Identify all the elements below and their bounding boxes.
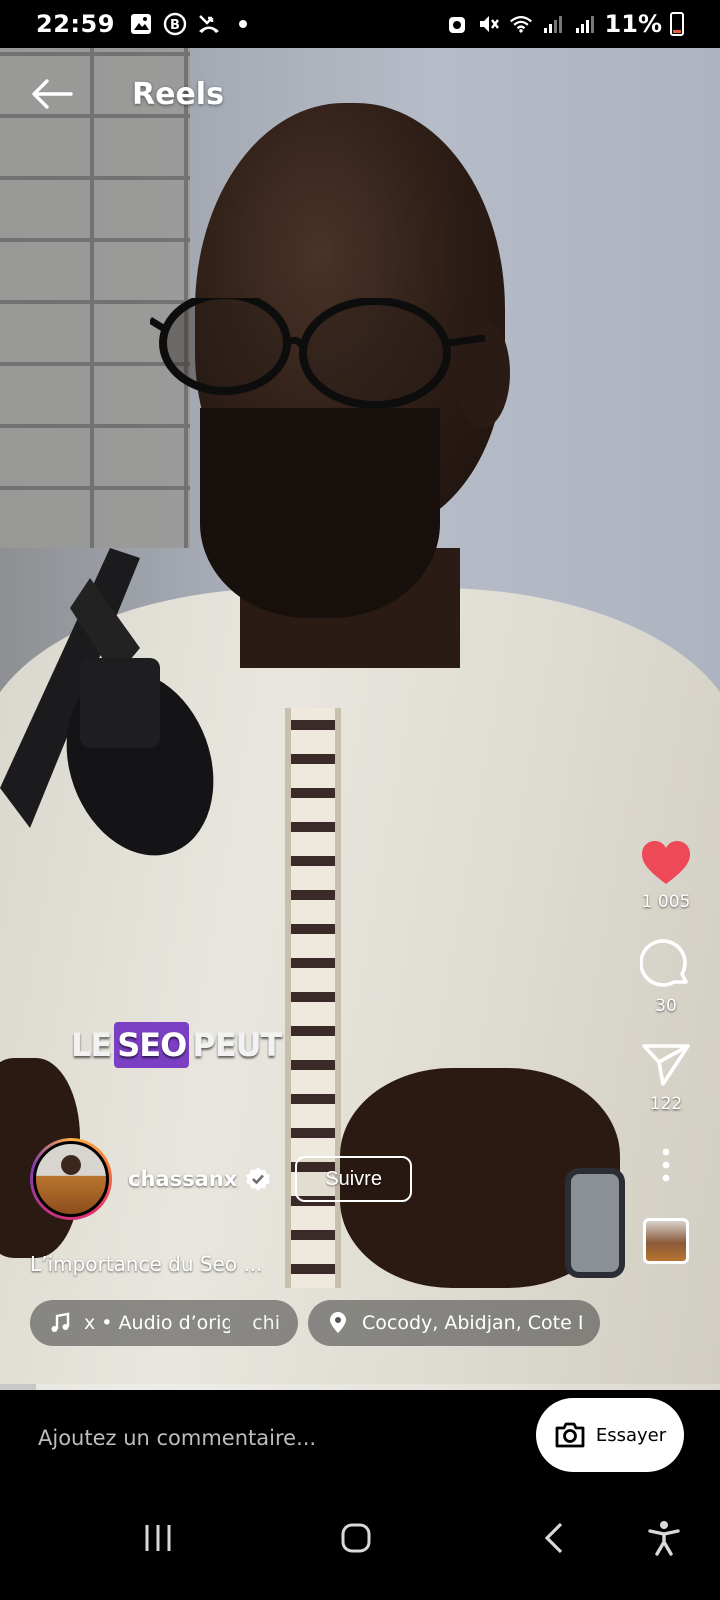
dot-icon: [231, 12, 255, 36]
overlay-word: PEUT: [192, 1026, 282, 1064]
camera-icon: [555, 1422, 585, 1448]
missed-call-icon: [197, 12, 221, 36]
more-vertical-icon[interactable]: [660, 1148, 672, 1182]
send-icon[interactable]: [641, 1042, 691, 1088]
system-nav-bar: [0, 1482, 720, 1600]
overlay-word: LE: [71, 1026, 112, 1064]
more-options-button[interactable]: [660, 1148, 672, 1182]
avatar[interactable]: [33, 1141, 109, 1217]
b-icon: B: [163, 12, 187, 36]
like-count: 1 005: [641, 892, 691, 912]
share-count: 122: [649, 1094, 683, 1114]
image-icon: [129, 12, 153, 36]
audio-label-scroll: chi: [252, 1312, 280, 1334]
overlay-word-highlight: SEO: [114, 1022, 190, 1068]
battery-percent: 11%: [604, 10, 662, 38]
microphone: [0, 548, 214, 856]
svg-text:B: B: [170, 18, 180, 33]
comment-button[interactable]: 30: [640, 938, 692, 1016]
back-icon[interactable]: [524, 1508, 584, 1568]
share-button[interactable]: 122: [641, 1042, 691, 1114]
battery-icon: [670, 12, 684, 36]
location-chip[interactable]: Cocody, Abidjan, Cote D'I...: [308, 1300, 600, 1346]
signal-icon-2: [573, 12, 597, 36]
try-camera-label: Essayer: [595, 1424, 667, 1446]
wifi-icon: [509, 12, 533, 36]
status-right: 11%: [445, 10, 684, 38]
arrow-left-icon[interactable]: [30, 72, 74, 116]
author-row: chassanx Suivre: [30, 1138, 412, 1220]
home-icon[interactable]: [326, 1508, 386, 1568]
glasses: [150, 298, 486, 408]
wristwatch: [565, 1168, 625, 1278]
reels-header: Reels: [30, 72, 224, 116]
notification-icons: B: [129, 12, 255, 36]
recents-icon[interactable]: [128, 1508, 188, 1568]
audio-chip[interactable]: x • Audio d’origine chi: [30, 1300, 298, 1346]
verified-badge-icon: [246, 1167, 271, 1191]
follow-button[interactable]: Suivre: [295, 1156, 412, 1202]
try-camera-button[interactable]: Essayer: [536, 1398, 684, 1472]
accessibility-icon[interactable]: [634, 1508, 694, 1568]
reel-caption[interactable]: L’importance du Seo ...: [30, 1252, 263, 1276]
audio-label: x • Audio d’origine: [84, 1312, 231, 1334]
username[interactable]: chassanx: [128, 1167, 237, 1191]
action-rail: 1 005 30 122: [636, 840, 696, 1264]
location-label: Cocody, Abidjan, Cote D'I...: [362, 1312, 582, 1334]
mute-icon: [477, 12, 501, 36]
comment-bar: Ajoutez un commentaire... Essayer: [0, 1390, 720, 1482]
alarm-icon: [445, 12, 469, 36]
page-title: Reels: [132, 76, 224, 112]
music-note-icon: [51, 1312, 70, 1332]
signal-icon: [541, 12, 565, 36]
status-time: 22:59: [36, 10, 115, 38]
like-button[interactable]: 1 005: [640, 840, 692, 912]
beard: [200, 408, 440, 618]
video-caption-overlay: LE SEO PEUT: [68, 1022, 284, 1068]
avatar-ring[interactable]: [30, 1138, 112, 1220]
comment-input[interactable]: Ajoutez un commentaire...: [38, 1426, 316, 1450]
location-pin-icon: [330, 1312, 346, 1333]
comment-count: 30: [655, 996, 677, 1016]
heart-icon[interactable]: [640, 840, 692, 886]
status-bar: 22:59 B 11%: [0, 0, 720, 48]
audio-thumbnail[interactable]: [643, 1218, 689, 1264]
comment-icon[interactable]: [640, 938, 692, 990]
